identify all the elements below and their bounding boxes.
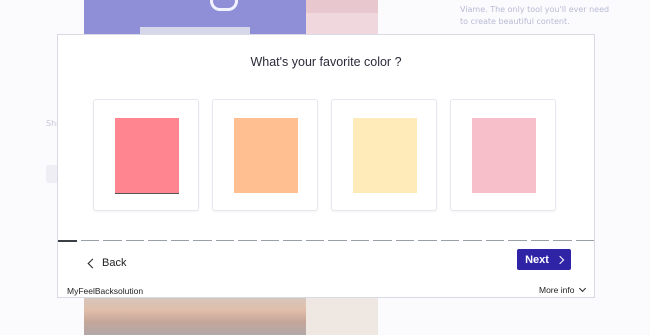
progress-segment <box>238 240 257 241</box>
next-button-label: Next <box>525 253 549 266</box>
chevron-right-icon <box>555 255 565 264</box>
color-swatch <box>472 118 536 193</box>
progress-bar <box>58 239 594 242</box>
progress-segment <box>395 240 414 241</box>
background-photo <box>84 297 306 335</box>
progress-segment <box>530 240 549 241</box>
progress-segment <box>305 240 324 241</box>
color-option-pink-red[interactable] <box>93 99 199 211</box>
color-options <box>93 99 559 212</box>
progress-segment <box>283 240 302 241</box>
progress-segment <box>328 240 347 241</box>
progress-segment <box>373 240 392 241</box>
progress-segment <box>193 240 212 241</box>
progress-segment <box>103 240 122 241</box>
color-swatch <box>353 118 417 193</box>
background-hero-caption <box>140 27 250 34</box>
survey-modal: What's your favorite color ? Back Next M… <box>57 34 595 298</box>
progress-segment <box>58 239 77 242</box>
progress-segment <box>215 240 234 241</box>
more-info-label: More info <box>539 285 575 295</box>
progress-segment <box>553 240 572 241</box>
background-side-text: Viame. The only tool you'll ever need to… <box>460 5 610 26</box>
color-option-peach[interactable] <box>212 99 318 211</box>
color-swatch <box>234 118 298 193</box>
progress-segment <box>170 240 189 241</box>
progress-segment <box>463 240 482 241</box>
progress-segment <box>350 240 369 241</box>
question-title: What's your favorite color ? <box>250 55 402 69</box>
progress-segment <box>80 240 99 241</box>
progress-segment <box>148 240 167 241</box>
color-option-light-pink[interactable] <box>450 99 556 211</box>
progress-segment <box>125 240 144 241</box>
progress-segment <box>440 240 459 241</box>
progress-segment <box>260 240 279 241</box>
color-option-pale-yellow[interactable] <box>331 99 437 211</box>
footer-brand[interactable]: MyFeelBacksolution <box>67 286 143 296</box>
progress-segment <box>508 240 527 241</box>
chevron-down-icon <box>579 284 587 293</box>
back-button-label: Back <box>102 257 127 269</box>
color-swatch <box>115 118 179 194</box>
progress-segment <box>575 240 594 241</box>
chevron-left-icon <box>87 258 98 268</box>
background-side-card-inner <box>306 13 378 34</box>
progress-segment <box>485 240 504 241</box>
progress-segment <box>418 240 437 241</box>
next-button[interactable]: Next <box>517 249 571 270</box>
background-photo-side <box>306 297 378 335</box>
more-info-toggle[interactable]: More info <box>539 284 587 295</box>
back-button[interactable]: Back <box>86 254 126 272</box>
